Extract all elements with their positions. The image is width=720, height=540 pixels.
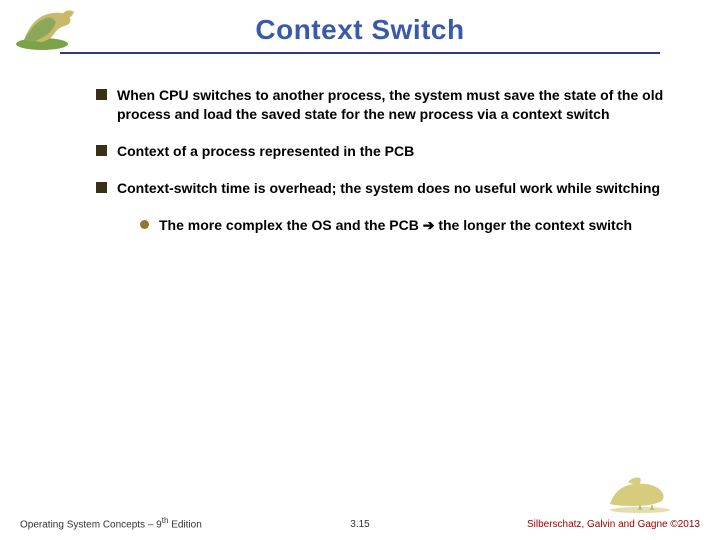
- text-run: When CPU switches to another process, th…: [117, 87, 504, 103]
- arrow-icon: ➔: [423, 217, 435, 233]
- dinosaur-top-icon: [14, 4, 94, 52]
- slide-title: Context Switch: [40, 14, 680, 46]
- bullet-item: Context of a process represented in the …: [96, 142, 670, 161]
- text-run: of a process represented in the PCB: [169, 143, 414, 159]
- bullet-text: Context of a process represented in the …: [117, 142, 670, 161]
- sub-bullet-text: The more complex the OS and the PCB ➔ th…: [159, 216, 670, 235]
- footer-left-text: Operating System Concepts – 9th Edition: [20, 516, 202, 530]
- square-bullet-icon: [96, 89, 107, 100]
- sub-bullet-item: The more complex the OS and the PCB ➔ th…: [140, 216, 670, 235]
- bullet-item: When CPU switches to another process, th…: [96, 86, 670, 124]
- bullet-text: Context-switch time is overhead; the sys…: [117, 179, 670, 198]
- text-run: Context-switch time is overhead; the sys…: [117, 180, 660, 196]
- text-strong: context switch: [512, 106, 609, 122]
- circle-bullet-icon: [140, 220, 149, 229]
- slide-footer: Operating System Concepts – 9th Edition …: [0, 516, 720, 530]
- bullet-text: When CPU switches to another process, th…: [117, 86, 670, 124]
- text-run: Edition: [168, 519, 201, 530]
- square-bullet-icon: [96, 182, 107, 193]
- square-bullet-icon: [96, 145, 107, 156]
- text-run: Operating System Concepts – 9: [20, 519, 162, 530]
- text-run: The more complex the OS and the PCB: [159, 217, 423, 233]
- bullet-item: Context-switch time is overhead; the sys…: [96, 179, 670, 198]
- text-run: the longer the context switch: [434, 217, 632, 233]
- text-run: for the new process via a: [337, 106, 512, 122]
- text-strong: saved state: [261, 106, 337, 122]
- text-strong: save the state: [504, 87, 597, 103]
- title-underline: [60, 52, 660, 54]
- slide-content: When CPU switches to another process, th…: [0, 62, 720, 234]
- text-strong: Context: [117, 143, 169, 159]
- page-number: 3.15: [350, 519, 369, 530]
- dinosaur-bottom-icon: [604, 474, 676, 514]
- slide-header: Context Switch: [0, 0, 720, 62]
- footer-right-text: Silberschatz, Galvin and Gagne ©2013: [527, 519, 700, 530]
